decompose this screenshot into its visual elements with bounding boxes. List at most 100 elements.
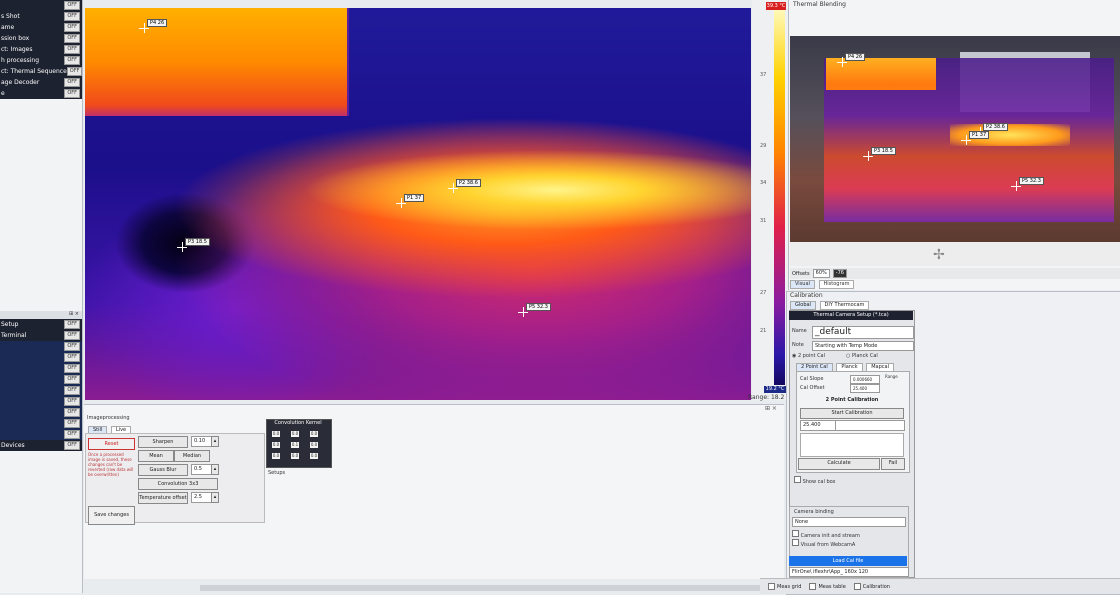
camera-init-checkbox[interactable]: Camera init and stream — [792, 530, 860, 539]
cal-offset-field[interactable]: 25.400 — [850, 384, 880, 393]
setups-label[interactable]: Setups — [268, 470, 285, 476]
tool-bottom-6[interactable]: OFF — [0, 385, 82, 396]
point-select[interactable] — [835, 420, 905, 431]
meas-table-toggle[interactable]: Meas table — [809, 583, 846, 590]
tool-bottom-1[interactable]: Terminal OFF — [0, 330, 82, 341]
kernel-cell[interactable]: 0.0 — [310, 442, 318, 448]
off-toggle[interactable]: OFF — [64, 375, 80, 384]
off-toggle[interactable]: OFF — [64, 386, 80, 395]
temp-offset-spin-icon[interactable]: ▴ — [211, 492, 219, 503]
tool-top-8[interactable]: e OFF — [0, 88, 82, 99]
panel-close-icon[interactable]: ⊞ × — [765, 405, 777, 412]
zoom-input[interactable]: -76 — [832, 269, 847, 278]
tool-top-3[interactable]: ssion box OFF — [0, 33, 82, 44]
move-crosshair-icon[interactable]: ✢ — [933, 247, 945, 263]
camera-binding-select[interactable]: None — [792, 517, 906, 527]
temp-input[interactable]: 25.400 — [800, 420, 836, 431]
tool-bottom-11[interactable]: Devices OFF — [0, 440, 82, 451]
kernel-cell[interactable]: 0.0 — [310, 431, 318, 437]
kernel-cell[interactable]: 0.0 — [272, 442, 280, 448]
tab-visual[interactable]: Visual — [790, 280, 815, 289]
off-toggle[interactable]: OFF — [64, 441, 80, 450]
tool-bottom-10[interactable]: OFF — [0, 429, 82, 440]
tool-bottom-9[interactable]: OFF — [0, 418, 82, 429]
tool-top-5[interactable]: h processing OFF — [0, 55, 82, 66]
off-toggle[interactable]: OFF — [64, 78, 80, 87]
off-toggle[interactable]: OFF — [64, 320, 80, 329]
note-field[interactable]: Starting with Temp Mode — [812, 341, 914, 351]
tool-top-6[interactable]: ct: Thermal Sequence OFF — [0, 66, 82, 77]
off-toggle[interactable]: OFF — [66, 67, 82, 76]
off-toggle[interactable]: OFF — [64, 353, 80, 362]
tab-diy-thermocam[interactable]: DIY Thermocam — [819, 301, 870, 310]
gauss-spin-icon[interactable]: ▴ — [211, 464, 219, 475]
off-toggle[interactable]: OFF — [64, 45, 80, 54]
tool-top-1[interactable]: s Shot OFF — [0, 11, 82, 22]
tool-bottom-2[interactable]: OFF — [0, 341, 82, 352]
off-toggle[interactable]: OFF — [64, 430, 80, 439]
tab-histogram[interactable]: Histogram — [818, 280, 855, 289]
cal-file-path[interactable]: FlirOne\ iflexhr\App_ 160x 120 — [789, 567, 909, 577]
off-toggle[interactable]: OFF — [64, 397, 80, 406]
off-toggle[interactable]: OFF — [64, 56, 80, 65]
gauss-blur-button[interactable]: Gauss Blur — [138, 464, 188, 476]
off-toggle[interactable]: OFF — [64, 1, 80, 10]
kernel-cell[interactable]: 0.0 — [291, 453, 299, 459]
tool-top-7[interactable]: age Decoder OFF — [0, 77, 82, 88]
temp-offset-value[interactable]: 2.5 — [191, 492, 213, 503]
mode-planck[interactable]: ○ Planck Cal — [846, 353, 878, 359]
off-toggle[interactable]: OFF — [64, 342, 80, 351]
tool-top-2[interactable]: ame OFF — [0, 22, 82, 33]
offset-input[interactable]: 60% — [812, 269, 830, 278]
name-field[interactable]: _default — [812, 326, 914, 339]
tool-bottom-4[interactable]: OFF — [0, 363, 82, 374]
sharpen-value[interactable]: 0.10 — [191, 436, 213, 447]
start-calibration-button[interactable]: Start Calibration — [800, 408, 904, 419]
tool-top-4[interactable]: ct: Images OFF — [0, 44, 82, 55]
off-toggle[interactable]: OFF — [64, 364, 80, 373]
calculate-button[interactable]: Calculate — [798, 458, 880, 470]
off-toggle[interactable]: OFF — [64, 23, 80, 32]
tools-panel: OFF s Shot OFF ame OFF ssion box OFF ct: Images… — [0, 0, 83, 593]
fail-button[interactable]: Fail — [881, 458, 905, 470]
mean-button[interactable]: Mean — [138, 450, 174, 462]
tab-global[interactable]: Global — [790, 301, 816, 310]
point-label: P5 32.3 — [1019, 177, 1044, 185]
tool-bottom-0[interactable]: Setup OFF — [0, 319, 82, 330]
tool-bottom-5[interactable]: OFF — [0, 374, 82, 385]
kernel-cell[interactable]: 0.0 — [291, 431, 299, 437]
horizontal-scrollbar[interactable] — [200, 585, 760, 591]
sharpen-spin-icon[interactable]: ▴ — [211, 436, 219, 447]
tool-bottom-7[interactable]: OFF — [0, 396, 82, 407]
tool-top-0[interactable]: OFF — [0, 0, 82, 11]
cal-slope-field[interactable]: 0.000660 — [850, 375, 880, 384]
off-toggle[interactable]: OFF — [64, 34, 80, 43]
cal-points-list[interactable] — [800, 433, 904, 457]
kernel-cell[interactable]: 0.0 — [310, 453, 318, 459]
gauss-value[interactable]: 0.5 — [191, 464, 213, 475]
show-cal-box-checkbox[interactable]: Show cal box — [794, 476, 836, 485]
mode-2point[interactable]: ◉ 2 point Cal — [792, 353, 825, 359]
kernel-cell[interactable]: 0.1 — [291, 442, 299, 448]
tool-bottom-8[interactable]: OFF — [0, 407, 82, 418]
load-cal-button[interactable]: Load Cal file — [789, 556, 907, 566]
visual-from-checkbox[interactable]: Visual from WebcamA — [792, 539, 855, 548]
color-scale-bar[interactable] — [774, 10, 785, 385]
temperature-offset-button[interactable]: Temperature offset — [138, 492, 188, 504]
meas-grid-toggle[interactable]: Meas grid — [768, 583, 801, 590]
off-toggle[interactable]: OFF — [64, 331, 80, 340]
sharpen-button[interactable]: Sharpen — [138, 436, 188, 448]
reset-button[interactable]: Reset — [88, 438, 135, 450]
off-toggle[interactable]: OFF — [64, 12, 80, 21]
calibration-toggle[interactable]: Calibration — [853, 583, 890, 590]
tool-bottom-3[interactable]: OFF — [0, 352, 82, 363]
median-button[interactable]: Median — [174, 450, 210, 462]
save-changes-button[interactable]: Save changes — [88, 506, 135, 525]
off-toggle[interactable]: OFF — [64, 408, 80, 417]
kernel-cell[interactable]: 0.0 — [272, 431, 280, 437]
off-toggle[interactable]: OFF — [64, 419, 80, 428]
thermal-image-view[interactable]: P4 26 P2 38.6 P1 37 P3 18.5 P5 32.3 — [85, 8, 751, 400]
kernel-cell[interactable]: 0.0 — [272, 453, 280, 459]
convolution-button[interactable]: Convolution 3x3 — [138, 478, 218, 490]
off-toggle[interactable]: OFF — [64, 89, 80, 98]
